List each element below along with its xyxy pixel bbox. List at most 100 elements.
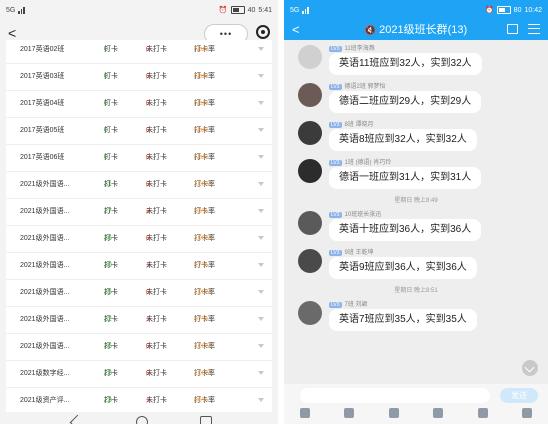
chat-message: LV3 11班李海燕 英语11班应到32人，实到32人: [298, 43, 543, 79]
class-row[interactable]: 2021级外国语... 打卡 27 未打卡 2 打卡率 93%: [6, 198, 272, 226]
emoji-icon[interactable]: [477, 408, 488, 418]
close-miniprogram-icon[interactable]: [256, 25, 270, 39]
chat-header: 5G ⏰ 80 10:42 < 🔇 2021级班长群(13): [284, 0, 548, 40]
level-badge: LV3: [329, 212, 342, 218]
message-bubble[interactable]: 德语一班应到31人，实到31人: [329, 167, 482, 189]
chat-message: LV3 9班 王乾坤 英语9班应到36人，实到36人: [298, 247, 543, 283]
message-bubble[interactable]: 英语11班应到32人，实到32人: [329, 53, 482, 75]
alarm-icon: ⏰: [484, 7, 494, 14]
recent-apps-icon[interactable]: [200, 416, 212, 424]
chevron-down-icon[interactable]: [258, 209, 264, 213]
camera-icon[interactable]: [388, 408, 399, 418]
alarm-icon: ⏰: [218, 7, 228, 14]
voice-icon[interactable]: [300, 408, 310, 418]
back-arrow-icon[interactable]: <: [8, 25, 16, 41]
left-phone-screen: 5G ⏰ 40 5:41 < ••• 2017英语02班 打卡 0 未打卡 0 打卡率…: [0, 0, 278, 424]
carrier-label: 5G: [290, 6, 300, 14]
message-bubble[interactable]: 英语9班应到36人，实到36人: [329, 257, 477, 279]
chevron-down-icon[interactable]: [258, 371, 264, 375]
chat-message: LV3 德语2班 郭梦怡 德语二班应到29人，实到29人: [298, 81, 543, 117]
clock: 5:41: [258, 6, 272, 14]
chevron-down-icon[interactable]: [258, 74, 264, 78]
chevron-down-icon[interactable]: [258, 290, 264, 294]
class-name: 2017英语03班: [20, 73, 65, 80]
class-name: 2021级外国语...: [20, 208, 70, 215]
chevron-down-icon[interactable]: [258, 263, 264, 267]
level-badge: LV3: [329, 250, 342, 256]
signal-icon: [18, 6, 25, 14]
chevron-down-icon[interactable]: [258, 155, 264, 159]
class-name: 2021级外国语...: [20, 343, 70, 350]
class-row[interactable]: 2017英语04班 打卡 0 未打卡 0 打卡率 NaN: [6, 90, 272, 118]
input-toolbar: [300, 408, 532, 418]
back-nav-icon[interactable]: [69, 414, 86, 424]
chevron-down-icon[interactable]: [258, 128, 264, 132]
chevron-down-icon[interactable]: [258, 236, 264, 240]
send-button[interactable]: 发送: [500, 388, 538, 403]
message-bubble[interactable]: 英语8班应到32人，实到32人: [329, 129, 477, 151]
image-icon[interactable]: [344, 408, 355, 418]
signal-icon: [302, 6, 309, 14]
input-bar: 发送: [284, 384, 548, 424]
sender-name: 9班 王乾坤: [344, 250, 374, 256]
avatar[interactable]: [298, 211, 322, 235]
avatar[interactable]: [298, 301, 322, 325]
plus-icon[interactable]: [521, 408, 532, 418]
chat-area: LV3 11班李海燕 英语11班应到32人，实到32人 LV3 德语2班 郭梦怡 德语二班…: [284, 40, 548, 384]
class-row[interactable]: 2017英语05班 打卡 0 未打卡 0 打卡率 NaN: [6, 117, 272, 145]
sender-name: 1班 (德语) 肖巧玲: [344, 160, 392, 166]
sender-name: 11班李海燕: [344, 46, 375, 52]
message-bubble[interactable]: 德语二班应到29人，实到29人: [329, 91, 482, 113]
home-nav-icon[interactable]: [136, 416, 148, 424]
battery-level: 40: [247, 6, 256, 14]
class-row[interactable]: 2017英语03班 打卡 0 未打卡 0 打卡率 NaN: [6, 63, 272, 91]
system-nav-bar: [0, 412, 278, 424]
task-icon[interactable]: [507, 24, 518, 34]
chevron-down-icon[interactable]: [258, 101, 264, 105]
level-badge: LV3: [329, 302, 342, 308]
class-row[interactable]: 2021级外国语... 打卡 36 未打卡 0 打卡率 100%: [6, 225, 272, 253]
class-checkin-list: 2017英语02班 打卡 0 未打卡 0 打卡率 NaN 2017英语03班 打卡 0 未打…: [6, 40, 272, 412]
battery-icon: [496, 6, 511, 14]
carrier-label: 5G: [6, 6, 16, 14]
sender-line: LV3 德语2班 郭梦怡: [329, 81, 386, 90]
right-phone-screen: 5G ⏰ 80 10:42 < 🔇 2021级班长群(13) LV3 11班李海燕…: [284, 0, 548, 424]
chevron-down-icon[interactable]: [258, 344, 264, 348]
clock: 10:42: [524, 6, 542, 14]
message-bubble[interactable]: 英语十班应到36人，实到36人: [329, 219, 482, 241]
sender-name: 10班班长张迅: [344, 212, 382, 218]
class-row[interactable]: 2021级外国语... 打卡 35 未打卡 0 打卡率 100%: [6, 279, 272, 307]
sender-name: 7班 刘颖: [344, 302, 368, 308]
class-name: 2021级外国语...: [20, 262, 70, 269]
class-row[interactable]: 2021级外国语... 打卡 31 未打卡 0 打卡率 100%: [6, 171, 272, 199]
class-row[interactable]: 2017英语06班 打卡 0 未打卡 0 打卡率 NaN: [6, 144, 272, 172]
class-name: 2021级外国语...: [20, 181, 70, 188]
sender-line: LV3 11班李海燕: [329, 43, 375, 52]
message-bubble[interactable]: 英语7班应到35人，实到35人: [329, 309, 477, 331]
chevron-down-icon[interactable]: [258, 398, 264, 402]
scroll-down-icon[interactable]: [522, 360, 538, 376]
chevron-down-icon[interactable]: [258, 182, 264, 186]
avatar[interactable]: [298, 121, 322, 145]
avatar[interactable]: [298, 45, 322, 69]
class-row[interactable]: 2021级外国语... 打卡 36 未打卡 0 打卡率 100%: [6, 333, 272, 361]
menu-icon[interactable]: [528, 24, 540, 34]
class-name: 2017英语06班: [20, 154, 65, 161]
class-row[interactable]: 2017英语02班 打卡 0 未打卡 0 打卡率 NaN: [6, 40, 272, 64]
class-row[interactable]: 2021级资产评... 打卡 23 未打卡 1 打卡率 96%: [6, 387, 272, 412]
avatar[interactable]: [298, 249, 322, 273]
class-row[interactable]: 2021级外国语... 打卡 30 未打卡 1 打卡率 97%: [6, 252, 272, 280]
sender-name: 8班 谭晓月: [344, 122, 374, 128]
chevron-down-icon[interactable]: [258, 47, 264, 51]
class-name: 2021级外国语...: [20, 235, 70, 242]
class-row[interactable]: 2021级数字经... 打卡 28 未打卡 0 打卡率 100%: [6, 360, 272, 388]
level-badge: LV3: [329, 46, 342, 52]
chat-message: LV3 10班班长张迅 英语十班应到36人，实到36人: [298, 209, 543, 245]
avatar[interactable]: [298, 159, 322, 183]
sender-line: LV3 9班 王乾坤: [329, 247, 374, 256]
avatar[interactable]: [298, 83, 322, 107]
chevron-down-icon[interactable]: [258, 317, 264, 321]
red-packet-icon[interactable]: [433, 408, 444, 418]
message-input[interactable]: [300, 388, 490, 403]
class-row[interactable]: 2021级外国语... 打卡 32 未打卡 1 打卡率 97%: [6, 306, 272, 334]
